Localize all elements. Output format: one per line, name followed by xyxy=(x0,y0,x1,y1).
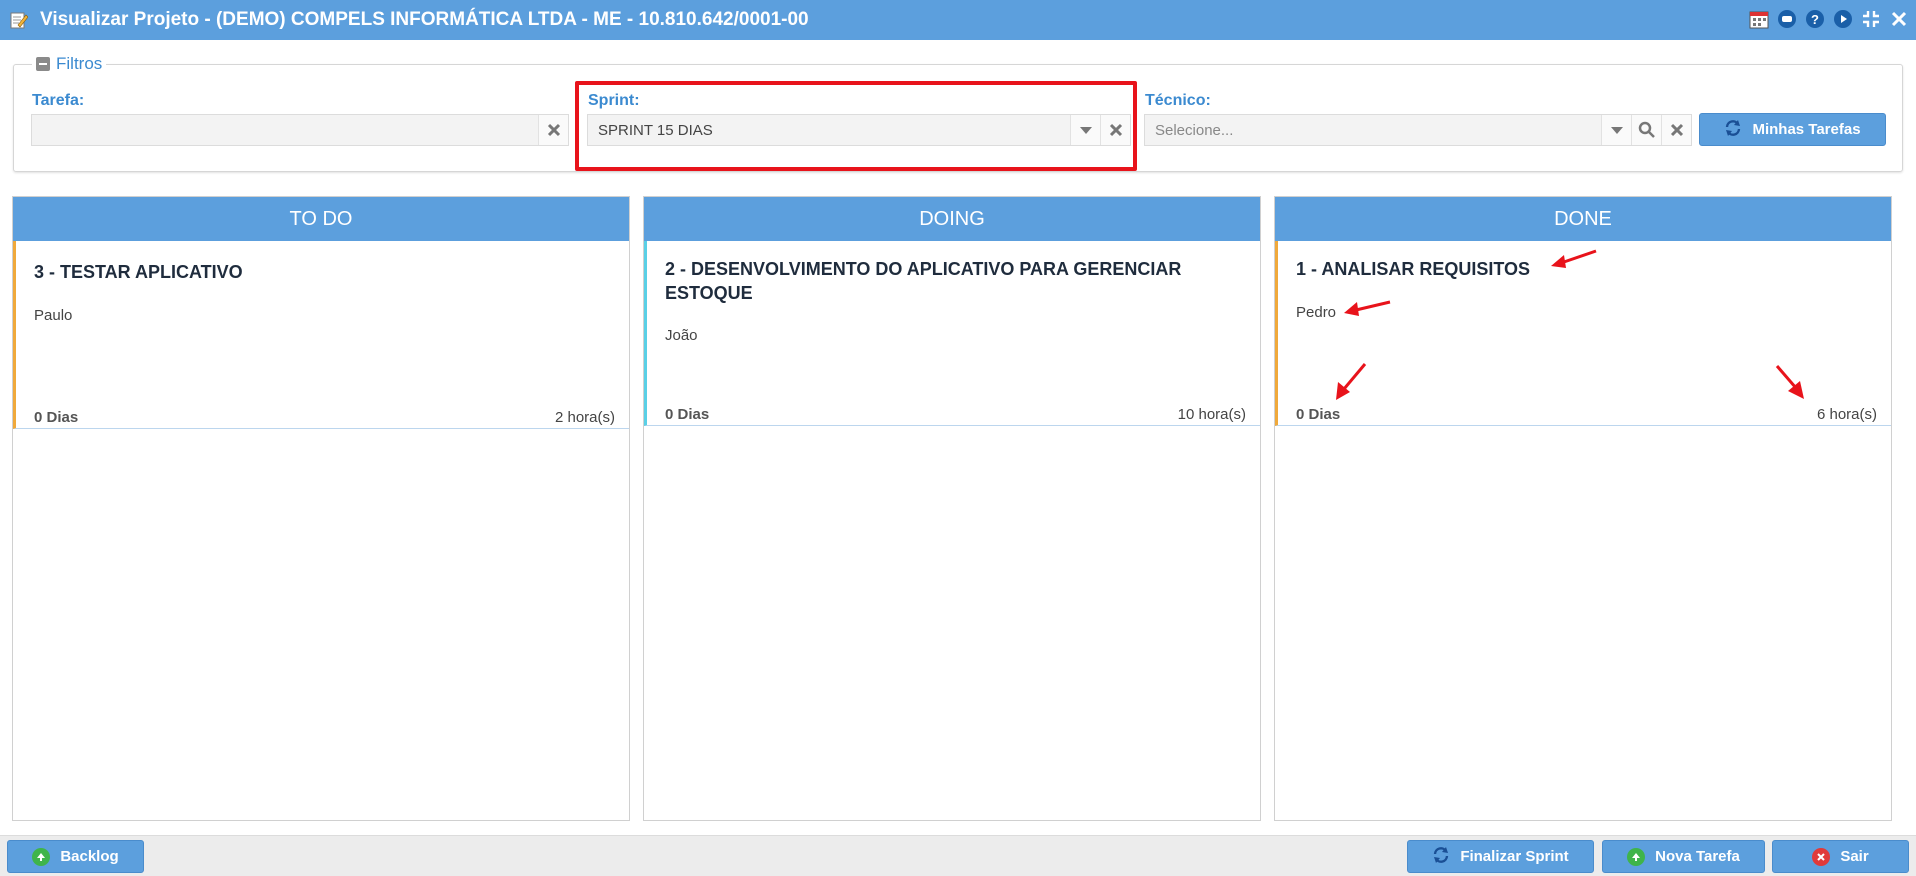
clear-tarefa-button[interactable] xyxy=(538,115,568,145)
task-card[interactable]: 3 - TESTAR APLICATIVO Paulo 0 Dias 2 hor… xyxy=(13,241,629,429)
play-icon[interactable] xyxy=(1832,8,1854,30)
arrow-up-icon xyxy=(32,847,51,866)
task-title: 2 - DESENVOLVIMENTO DO APLICATIVO PARA G… xyxy=(665,259,1182,303)
arrow-up-icon xyxy=(1627,847,1646,866)
annotation-arrow xyxy=(1342,363,1367,390)
collapse-icon[interactable] xyxy=(36,57,50,71)
minhas-tarefas-label: Minhas Tarefas xyxy=(1752,121,1861,138)
task-card[interactable]: 2 - DESENVOLVIMENTO DO APLICATIVO PARA G… xyxy=(644,241,1260,426)
task-hours: 2 hora(s) xyxy=(554,409,615,426)
close-icon[interactable] xyxy=(1888,8,1910,30)
sair-button[interactable]: Sair xyxy=(1772,840,1909,873)
column-todo: TO DO 3 - TESTAR APLICATIVO Paulo 0 Dias… xyxy=(12,196,630,821)
nova-tarefa-label: Nova Tarefa xyxy=(1655,848,1740,865)
tarefa-label: Tarefa: xyxy=(32,92,85,109)
clear-tecnico-button[interactable] xyxy=(1661,115,1691,145)
nova-tarefa-button[interactable]: Nova Tarefa xyxy=(1602,840,1765,873)
refresh-icon xyxy=(1724,119,1742,141)
annotation-highlight-box xyxy=(575,81,1137,171)
window-controls: ? xyxy=(1748,8,1910,30)
svg-text:?: ? xyxy=(1811,12,1819,27)
column-header: DOING xyxy=(644,197,1260,241)
task-days: 0 Dias xyxy=(34,409,79,426)
backlog-button[interactable]: Backlog xyxy=(7,840,144,873)
tecnico-label: Técnico: xyxy=(1145,92,1211,109)
help-icon[interactable]: ? xyxy=(1804,8,1826,30)
refresh-icon xyxy=(1432,846,1450,868)
task-assignee: Paulo xyxy=(34,307,73,324)
window-titlebar: Visualizar Projeto - (DEMO) COMPELS INFO… xyxy=(0,0,1916,40)
task-assignee: João xyxy=(665,327,698,344)
column-header: DONE xyxy=(1275,197,1891,241)
edit-document-icon xyxy=(10,11,29,29)
tecnico-select[interactable]: Selecione... xyxy=(1144,114,1692,146)
chevron-down-icon[interactable] xyxy=(1601,115,1631,145)
annotation-arrow xyxy=(1355,300,1391,312)
sair-label: Sair xyxy=(1840,848,1869,865)
minhas-tarefas-button[interactable]: Minhas Tarefas xyxy=(1699,113,1886,146)
tarefa-field[interactable] xyxy=(31,114,569,146)
task-days: 0 Dias xyxy=(665,406,710,423)
cancel-icon xyxy=(1812,847,1831,866)
task-title: 3 - TESTAR APLICATIVO xyxy=(34,262,243,282)
tecnico-placeholder: Selecione... xyxy=(1155,121,1234,139)
column-doing: DOING 2 - DESENVOLVIMENTO DO APLICATIVO … xyxy=(643,196,1261,821)
annotation-arrow xyxy=(1775,365,1798,389)
window-title: Visualizar Projeto - (DEMO) COMPELS INFO… xyxy=(40,9,809,30)
finalizar-sprint-button[interactable]: Finalizar Sprint xyxy=(1407,840,1594,873)
annotation-arrow xyxy=(1560,249,1597,265)
annotation-arrowhead xyxy=(1551,255,1566,268)
task-hours: 10 hora(s) xyxy=(1177,406,1246,423)
filters-legend[interactable]: Filtros xyxy=(32,54,107,74)
filters-legend-label: Filtros xyxy=(56,54,103,73)
finalizar-sprint-label: Finalizar Sprint xyxy=(1460,848,1569,865)
search-icon[interactable] xyxy=(1631,115,1661,145)
backlog-label: Backlog xyxy=(60,848,119,865)
compress-icon[interactable] xyxy=(1860,8,1882,30)
chat-icon[interactable] xyxy=(1776,8,1798,30)
annotation-arrows xyxy=(1336,249,1804,400)
calendar-icon[interactable] xyxy=(1748,8,1770,30)
column-header: TO DO xyxy=(13,197,629,241)
annotation-arrowhead xyxy=(1344,302,1359,316)
